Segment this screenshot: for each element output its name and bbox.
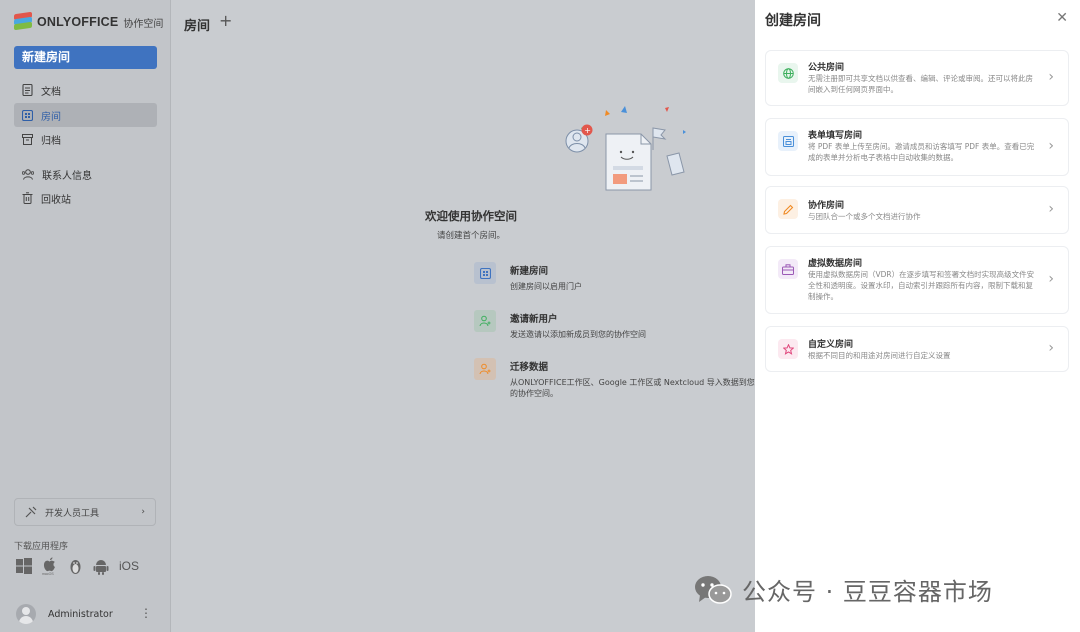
welcome-title: 欢迎使用协作空间 (425, 209, 517, 223)
rooms-icon (22, 109, 33, 121)
download-apps: macOS iOS (16, 557, 139, 575)
star-icon (778, 339, 798, 359)
form-icon (778, 131, 798, 151)
sidebar-item-label: 文档 (41, 86, 61, 98)
room-type-form-filling[interactable]: 表单填写房间 将 PDF 表单上传至房间。邀请成员和访客填写 PDF 表单。查看… (765, 118, 1069, 176)
action-new-room[interactable]: 新建房间 创建房间以启用门户 (474, 262, 755, 292)
chevron-right-icon: › (1048, 201, 1054, 217)
ios-download-link[interactable]: iOS (119, 559, 139, 573)
chevron-right-icon: › (1048, 340, 1054, 356)
logo[interactable]: ONLYOFFICE 协作空间 (14, 11, 164, 31)
room-type-custom[interactable]: 自定义房间 根据不同目的和用途对房间进行自定义设置 › (765, 326, 1069, 372)
chevron-right-icon: › (1048, 69, 1054, 85)
archive-icon (22, 133, 33, 145)
trash-icon (22, 192, 33, 204)
sidebar-item-label: 联系人信息 (42, 170, 92, 182)
svg-text:macOS: macOS (42, 572, 54, 575)
sidebar-item-label: 归档 (41, 135, 61, 147)
add-plus-icon[interactable]: + (219, 11, 232, 30)
sidebar-item-archive[interactable]: 归档 (14, 127, 157, 151)
user-name: Administrator (48, 608, 113, 620)
logo-subtitle: 协作空间 (123, 18, 164, 30)
action-description: 从ONLYOFFICE工作区、Google 工作区或 Nextcloud 导入数… (510, 378, 755, 398)
android-icon[interactable] (93, 558, 109, 575)
chevron-right-icon: › (1048, 138, 1054, 154)
windows-icon[interactable] (16, 558, 32, 574)
action-migrate-data[interactable]: 迁移数据 从ONLYOFFICE工作区、Google 工作区或 Nextclou… (474, 358, 755, 399)
sidebar-item-contacts[interactable]: 联系人信息 (14, 162, 157, 186)
user-profile[interactable]: Administrator ⋮ (0, 596, 170, 632)
card-description: 与团队合一个或多个文档进行协作 (808, 212, 921, 221)
card-title: 自定义房间 (808, 340, 854, 350)
download-apps-label: 下载应用程序 (14, 542, 69, 552)
card-title: 虚拟数据房间 (808, 259, 863, 269)
sidebar-item-trash[interactable]: 回收站 (14, 186, 157, 210)
card-title: 协作房间 (808, 201, 845, 211)
sidebar-item-rooms[interactable]: 房间 (14, 103, 157, 127)
chevron-right-icon: › (141, 507, 145, 517)
panel-title: 创建房间 (765, 13, 821, 29)
sidebar-item-documents[interactable]: 文档 (14, 78, 157, 102)
new-room-button[interactable]: 新建房间 (14, 46, 157, 69)
close-icon[interactable]: ✕ (1056, 10, 1068, 26)
migrate-user-icon (474, 358, 496, 380)
add-user-icon (474, 310, 496, 332)
avatar (16, 604, 36, 624)
action-description: 发送邀请以添加新成员到您的协作空间 (510, 330, 646, 339)
chevron-right-icon: › (1048, 271, 1054, 287)
macos-icon[interactable]: macOS (42, 557, 58, 575)
sidebar-item-label: 回收站 (41, 194, 71, 206)
watermark: 公众号 · 豆豆容器市场 (694, 572, 993, 607)
onlyoffice-logo-icon (14, 11, 32, 31)
welcome-subtitle: 请创建首个房间。 (436, 231, 505, 241)
action-invite-users[interactable]: 邀请新用户 发送邀请以添加新成员到您的协作空间 (474, 310, 755, 340)
wechat-icon (695, 575, 732, 604)
main-content: 房间 + + 欢迎使用协作空间 请创建首个房间。 新建房间 创建房间以启用门户 (171, 0, 755, 632)
svg-text:+: + (584, 126, 591, 135)
card-description: 使用虚拟数据房间（VDR）在逐步填写和签署文档时实现高级文件安全性和透明度。设置… (808, 270, 1035, 301)
developer-tools-icon (25, 506, 37, 518)
sidebar: ONLYOFFICE 协作空间 新建房间 文档 房间 归档 联系人信息 回收站 … (0, 0, 171, 632)
card-description: 将 PDF 表单上传至房间。邀请成员和访客填写 PDF 表单。查看已完成的表单并… (808, 142, 1035, 162)
empty-rooms-illustration: + (565, 106, 686, 191)
document-icon (22, 84, 33, 96)
action-title: 邀请新用户 (510, 314, 558, 325)
action-description: 创建房间以启用门户 (510, 282, 582, 291)
developer-tools-button[interactable]: 开发人员工具 › (14, 498, 156, 526)
sidebar-item-label: 房间 (41, 111, 61, 123)
page-title: 房间 (184, 19, 211, 34)
developer-tools-label: 开发人员工具 (45, 508, 100, 519)
room-type-public[interactable]: 公共房间 无需注册即可共享文档以供查看、编辑、评论或审阅。还可以将此房间嵌入到任… (765, 50, 1069, 106)
room-type-virtual-data[interactable]: 虚拟数据房间 使用虚拟数据房间（VDR）在逐步填写和签署文档时实现高级文件安全性… (765, 246, 1069, 314)
action-title: 迁移数据 (510, 362, 549, 373)
create-room-panel: 创建房间 ✕ 公共房间 无需注册即可共享文档以供查看、编辑、评论或审阅。还可以将… (755, 0, 1080, 632)
card-description: 无需注册即可共享文档以供查看、编辑、评论或审阅。还可以将此房间嵌入到任何网页界面… (808, 74, 1033, 94)
room-type-collaboration[interactable]: 协作房间 与团队合一个或多个文档进行协作 › (765, 186, 1069, 234)
briefcase-icon (778, 259, 798, 279)
pencil-icon (778, 199, 798, 219)
card-title: 表单填写房间 (808, 131, 863, 141)
card-description: 根据不同目的和用途对房间进行自定义设置 (808, 351, 951, 360)
globe-icon (778, 63, 798, 83)
linux-icon[interactable] (68, 558, 83, 575)
more-vertical-icon[interactable]: ⋮ (140, 606, 152, 620)
rooms-icon (474, 262, 496, 284)
watermark-text: 公众号 · 豆豆容器市场 (742, 578, 993, 606)
contacts-icon (22, 168, 34, 180)
action-title: 新建房间 (510, 266, 549, 277)
card-title: 公共房间 (808, 63, 845, 73)
logo-text: ONLYOFFICE (37, 15, 119, 29)
